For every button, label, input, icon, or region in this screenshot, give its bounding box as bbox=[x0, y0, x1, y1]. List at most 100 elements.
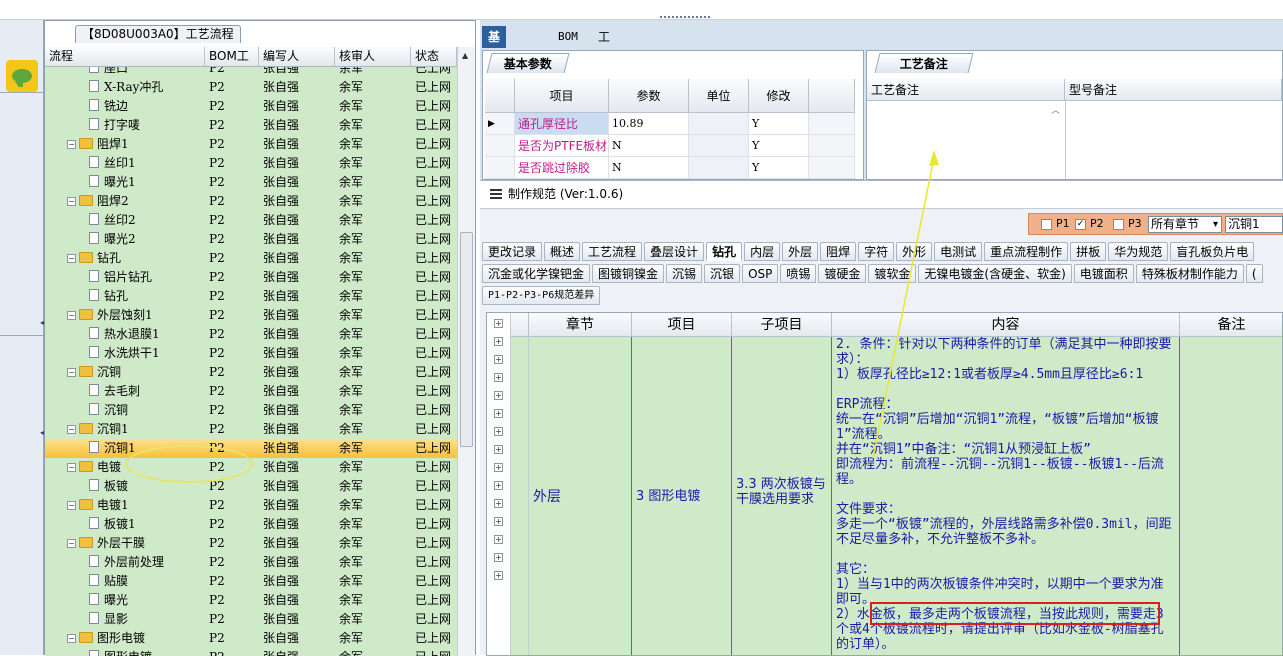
expand-row-icon[interactable]: + bbox=[494, 391, 503, 400]
collapse-toggle-icon[interactable]: − bbox=[67, 311, 76, 320]
cell-modify[interactable]: Y bbox=[749, 135, 809, 157]
cell-blank[interactable] bbox=[809, 157, 855, 179]
chapter-tab[interactable]: 更改记录 bbox=[482, 242, 543, 261]
chapter-tab[interactable]: 重点流程制作 bbox=[984, 242, 1069, 261]
chat-icon[interactable] bbox=[6, 60, 38, 92]
tree-row[interactable]: 水洗烘干1 P2 张自强 余军 已上网 bbox=[45, 344, 457, 363]
tree-row[interactable]: − 沉铜 P2 张自强 余军 已上网 bbox=[45, 363, 457, 382]
tree-row[interactable]: 曝光1 P2 张自强 余军 已上网 bbox=[45, 173, 457, 192]
menu-icon[interactable] bbox=[490, 189, 502, 199]
cell-item[interactable]: 通孔厚径比 bbox=[515, 113, 609, 135]
cell-remark[interactable] bbox=[1180, 337, 1282, 655]
col-header-factory[interactable]: BOM工厂 bbox=[205, 47, 259, 82]
tree-scrollbar[interactable]: ▲ bbox=[457, 47, 475, 656]
chapter-tab[interactable]: 镀软金 bbox=[868, 264, 917, 283]
expand-row-icon[interactable]: + bbox=[494, 481, 503, 490]
tree-row[interactable]: − 沉铜1 P2 张自强 余军 已上网 bbox=[45, 420, 457, 439]
tab-bom[interactable]: BOM bbox=[552, 26, 584, 48]
col-header-subitem[interactable]: 子项目 bbox=[732, 313, 832, 337]
col-header-remark[interactable]: 备注 bbox=[1180, 313, 1282, 337]
tree-row[interactable]: 座口 P2 张自强 余军 已上网 bbox=[45, 67, 457, 78]
col-header-process[interactable]: 流程 bbox=[45, 47, 205, 67]
tree-row[interactable]: 沉铜 P2 张自强 余军 已上网 bbox=[45, 401, 457, 420]
expand-row-icon[interactable]: + bbox=[494, 409, 503, 418]
cell-item[interactable]: 3 图形电镀 bbox=[632, 337, 732, 655]
tree-row[interactable]: − 钻孔 P2 张自强 余军 已上网 bbox=[45, 249, 457, 268]
chapter-tab[interactable]: 字符 bbox=[858, 242, 895, 261]
cell-chapter[interactable]: 外层 bbox=[529, 337, 632, 655]
chapter-tab[interactable]: 钻孔 bbox=[706, 242, 743, 261]
tree-row[interactable]: 铣边 P2 张自强 余军 已上网 bbox=[45, 97, 457, 116]
expand-row-icon[interactable]: + bbox=[494, 499, 503, 508]
col-header-writer[interactable]: 编写人 bbox=[259, 47, 335, 67]
chapter-select[interactable]: 所有章节 ▾ bbox=[1148, 216, 1222, 233]
tree-row[interactable]: 板镀 P2 张自强 余军 已上网 bbox=[45, 477, 457, 496]
tree-row[interactable]: 沉铜1 P2 张自强 余军 已上网 bbox=[45, 439, 457, 458]
col-header-param[interactable]: 参数 bbox=[609, 79, 689, 113]
col-header-reviewer[interactable]: 核审人 bbox=[335, 47, 411, 67]
chapter-tab[interactable]: 华为规范 bbox=[1108, 242, 1169, 261]
collapse-toggle-icon[interactable]: − bbox=[67, 634, 76, 643]
tree-row[interactable]: 热水退膜1 P2 张自强 余军 已上网 bbox=[45, 325, 457, 344]
chapter-tab[interactable]: 电测试 bbox=[934, 242, 983, 261]
tab-hours[interactable]: 工时 bbox=[592, 26, 616, 66]
collapse-toggle-icon[interactable]: − bbox=[67, 501, 76, 510]
scroll-thumb[interactable] bbox=[460, 232, 473, 447]
p1-checkbox[interactable] bbox=[1041, 219, 1052, 230]
tree-row[interactable]: 板镀1 P2 张自强 余军 已上网 bbox=[45, 515, 457, 534]
tree-row[interactable]: 丝印2 P2 张自强 余军 已上网 bbox=[45, 211, 457, 230]
col-header-item[interactable]: 项目 bbox=[632, 313, 732, 337]
tree-row[interactable]: − 电镀1 P2 张自强 余军 已上网 bbox=[45, 496, 457, 515]
chapter-tab[interactable]: ( bbox=[1245, 264, 1263, 283]
col-header-content[interactable]: 内容 bbox=[832, 313, 1180, 337]
expand-row-icon[interactable]: + bbox=[494, 553, 503, 562]
tree-row[interactable]: − 图形电镀 P2 张自强 余军 已上网 bbox=[45, 629, 457, 648]
chapter-tab[interactable]: 工艺流程 bbox=[582, 242, 643, 261]
chapter-tab[interactable]: 沉银 bbox=[704, 264, 741, 283]
col-header-process-note[interactable]: 工艺备注 bbox=[867, 79, 1065, 101]
chapter-tab[interactable]: 电镀面积 bbox=[1073, 264, 1134, 283]
collapse-toggle-icon[interactable]: − bbox=[67, 254, 76, 263]
scroll-up-icon[interactable]: ▲ bbox=[462, 51, 468, 60]
tree-row[interactable]: 曝光2 P2 张自强 余军 已上网 bbox=[45, 230, 457, 249]
cell-unit[interactable] bbox=[689, 157, 749, 179]
cell-item[interactable]: 是否跳过除胶 bbox=[515, 157, 609, 179]
expand-row-icon[interactable]: + bbox=[494, 445, 503, 454]
cell-param[interactable]: N bbox=[609, 157, 689, 179]
chapter-tab[interactable]: 沉金或化学镍钯金 bbox=[482, 264, 591, 283]
row-indicator[interactable]: ▶ bbox=[485, 113, 515, 135]
scroll-up-icon[interactable]: ︿ bbox=[1051, 103, 1060, 116]
expand-row-icon[interactable]: + bbox=[494, 337, 503, 346]
tree-row[interactable]: 铝片钻孔 P2 张自强 余军 已上网 bbox=[45, 268, 457, 287]
cell-item[interactable]: 是否为PTFE板材 bbox=[515, 135, 609, 157]
tab-basic-info[interactable]: 基本信息 bbox=[482, 26, 507, 110]
col-header-modify[interactable]: 修改 bbox=[749, 79, 809, 113]
chapter-tab[interactable]: 外层 bbox=[782, 242, 819, 261]
row-indicator[interactable] bbox=[485, 157, 515, 179]
p2-checkbox[interactable]: ✓ bbox=[1075, 219, 1086, 230]
cell-unit[interactable] bbox=[689, 113, 749, 135]
cell-blank[interactable] bbox=[809, 113, 855, 135]
tree-row[interactable]: X-Ray冲孔 P2 张自强 余军 已上网 bbox=[45, 78, 457, 97]
chapter-tab[interactable]: 阻焊 bbox=[820, 242, 857, 261]
chapter-tab[interactable]: OSP bbox=[742, 264, 779, 283]
chapter-tab[interactable]: 盲孔板负片电 bbox=[1170, 242, 1255, 261]
chapter-tab[interactable]: 镀硬金 bbox=[818, 264, 867, 283]
chapter-tab[interactable]: 无镍电镀金(含硬金、软金) bbox=[918, 264, 1072, 283]
process-notes-tab[interactable]: 工艺备注 bbox=[874, 53, 974, 73]
chapter-tab[interactable]: 拼板 bbox=[1070, 242, 1107, 261]
basic-params-tab[interactable]: 基本参数 bbox=[486, 53, 570, 73]
tree-row[interactable]: 贴膜 P2 张自强 余军 已上网 bbox=[45, 572, 457, 591]
tree-row[interactable]: 曝光 P2 张自强 余军 已上网 bbox=[45, 591, 457, 610]
col-header-item[interactable]: 项目 bbox=[515, 79, 609, 113]
expand-row-icon[interactable]: + bbox=[494, 517, 503, 526]
chapter-tab[interactable]: P1-P2-P3-P6规范差异 bbox=[482, 286, 601, 305]
collapse-toggle-icon[interactable]: − bbox=[67, 425, 76, 434]
tree-row[interactable]: 打字唛 P2 张自强 余军 已上网 bbox=[45, 116, 457, 135]
cell-param[interactable]: 10.89 bbox=[609, 113, 689, 135]
expand-row-icon[interactable]: + bbox=[494, 319, 503, 328]
col-header-unit[interactable]: 单位 bbox=[689, 79, 749, 113]
chapter-tab[interactable]: 图镀铜镍金 bbox=[592, 264, 665, 283]
chapter-tab[interactable]: 特殊板材制作能力 bbox=[1135, 264, 1244, 283]
tree-row[interactable]: − 外层干膜 P2 张自强 余军 已上网 bbox=[45, 534, 457, 553]
